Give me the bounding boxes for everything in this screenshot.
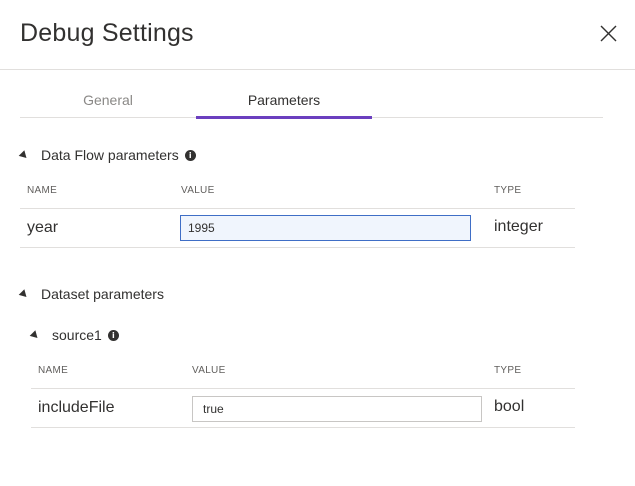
source1-title: source1 [52, 327, 102, 343]
dataflow-section-header[interactable]: Data Flow parameters i [18, 147, 196, 163]
column-header-name: NAME [27, 185, 58, 196]
source1-header[interactable]: source1 i [29, 327, 119, 343]
column-header-type: TYPE [494, 185, 522, 196]
column-header-value: VALUE [181, 185, 215, 196]
close-icon [600, 25, 617, 42]
param-value-includefile-input[interactable]: true [192, 396, 482, 422]
row-divider [31, 388, 575, 389]
close-button[interactable] [594, 19, 624, 49]
param-name-year: year [27, 219, 59, 236]
column-header-type: TYPE [494, 365, 522, 376]
row-divider [31, 427, 575, 428]
info-icon[interactable]: i [107, 329, 119, 341]
tab-parameters[interactable]: Parameters [196, 84, 372, 119]
param-value-year-input[interactable]: 1995 [180, 215, 471, 241]
dataset-section-header[interactable]: Dataset parameters [18, 286, 164, 302]
dataflow-section-title: Data Flow parameters [41, 147, 179, 163]
collapse-caret-icon[interactable] [18, 288, 30, 300]
collapse-caret-icon[interactable] [29, 329, 41, 341]
param-name-includefile: includeFile [38, 399, 115, 416]
param-type-year: integer [494, 218, 543, 235]
row-divider [20, 247, 575, 248]
tab-general[interactable]: General [20, 84, 196, 117]
column-header-value: VALUE [192, 365, 226, 376]
param-type-includefile: bool [494, 398, 525, 415]
dataset-section-title: Dataset parameters [41, 286, 164, 302]
dialog-header: Debug Settings [0, 0, 635, 70]
row-divider [20, 208, 575, 209]
tab-bar: General Parameters [20, 84, 603, 119]
dialog-title: Debug Settings [20, 19, 194, 47]
collapse-caret-icon[interactable] [18, 149, 30, 161]
column-header-name: NAME [38, 365, 69, 376]
info-icon[interactable]: i [184, 149, 196, 161]
